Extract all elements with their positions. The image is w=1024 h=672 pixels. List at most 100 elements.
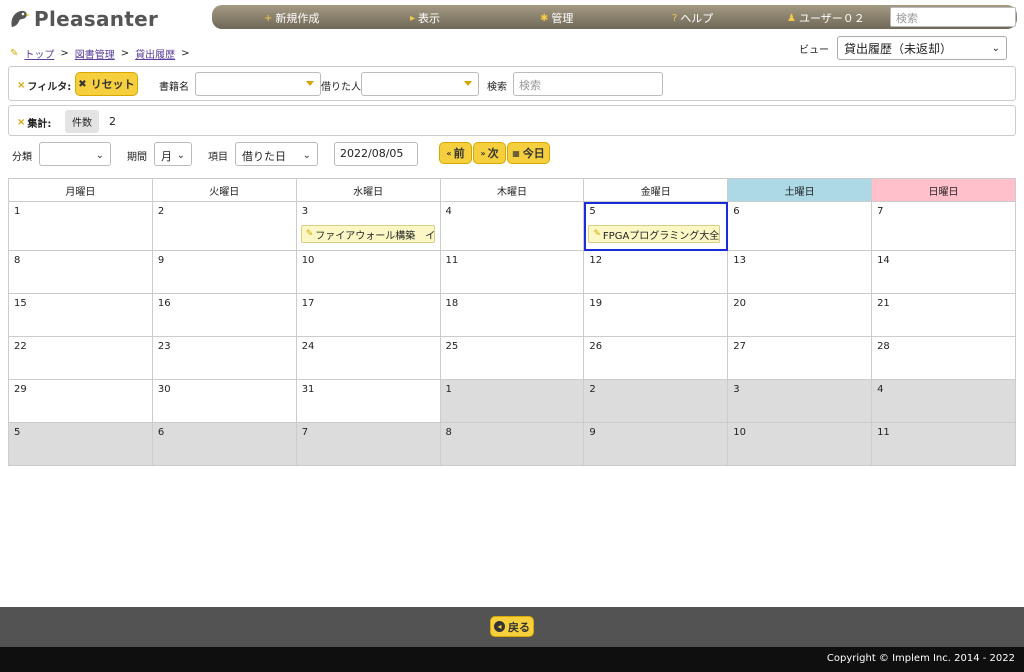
calendar-day-other-month[interactable]: 11 [871,422,1016,466]
search-filter-label: 検索 [487,82,507,93]
close-icon: ✖ [78,78,87,90]
calendar-day[interactable]: 29 [8,379,153,423]
nav-new-label: 新規作成 [275,12,320,25]
double-chevron-left-icon: « [446,148,452,158]
calendar-week: 1 2 3 ✎ ファイアウォール構築 インター 4 5 ✎ FPGAプログラミン… [8,201,1016,251]
breadcrumb-separator: > [120,48,130,59]
calendar-day[interactable]: 28 [871,336,1016,380]
day-number: 16 [157,298,171,309]
calendar-day[interactable]: 26 [583,336,729,380]
nav-user[interactable]: ♟ ユーザー０２ [787,10,865,26]
breadcrumb-top[interactable]: トップ [24,46,54,61]
back-button[interactable]: ◂ 戻る [490,616,534,637]
weekday-saturday: 土曜日 [727,178,873,202]
day-number: 12 [589,255,603,266]
calendar-day[interactable]: 12 [583,250,729,294]
calendar-day[interactable]: 19 [583,293,729,337]
calendar-day-other-month[interactable]: 7 [295,422,441,466]
view-select[interactable]: 貸出履歴（未返却） ⌄ [837,36,1007,60]
app-logo[interactable]: Pleasanter [8,6,158,32]
calendar-day[interactable]: 7 [871,201,1016,251]
nav-manage[interactable]: ✱ 管理 [540,10,573,26]
calendar-day[interactable]: 31 [295,379,441,423]
calendar-week: 5 6 7 8 9 10 11 [8,422,1016,466]
day-number: 6 [157,427,165,438]
calendar-day-other-month[interactable]: 2 [583,379,729,423]
reset-button-label: リセット [90,78,135,91]
day-number: 6 [733,206,740,217]
calendar-day[interactable]: 14 [871,250,1016,294]
calendar-event[interactable]: ✎ ファイアウォール構築 インター [300,225,435,243]
calendar-day[interactable]: 15 [8,293,153,337]
top-search-input[interactable]: 検索 [890,7,1016,27]
filter-label: × フィルタ: [17,78,71,93]
calendar-day-other-month[interactable]: 1 [439,379,585,423]
weekday-tuesday: 火曜日 [151,178,297,202]
calendar-event[interactable]: ✎ FPGAプログラミング大全 Xi [588,225,721,243]
nav-new[interactable]: + 新規作成 [264,10,319,26]
calendar-day-other-month[interactable]: 4 [871,379,1016,423]
day-number: 26 [589,341,603,352]
calendar-day-other-month[interactable]: 8 [439,422,585,466]
calendar-day[interactable]: 13 [727,250,873,294]
calendar-day[interactable]: 23 [151,336,297,380]
search-filter-input[interactable]: 検索 [513,72,663,96]
calendar-week: 15 16 17 18 19 20 21 [8,293,1016,337]
calendar-day-other-month[interactable]: 9 [583,422,729,466]
reset-button[interactable]: ✖ リセット [75,72,138,96]
weekday-thursday: 木曜日 [439,178,585,202]
calendar-day[interactable]: 24 [295,336,441,380]
calendar-day[interactable]: 4 [439,201,585,251]
day-number: 20 [733,298,746,309]
day-number: 3 [301,206,309,217]
calendar-day-other-month[interactable]: 3 [727,379,873,423]
breadcrumb-loans[interactable]: 貸出履歴 [135,46,175,61]
calendar-day[interactable]: 2 [151,201,297,251]
nav-view-label: 表示 [418,12,441,25]
calendar-day[interactable]: 8 [8,250,153,294]
day-number: 8 [14,255,21,266]
breadcrumb-library[interactable]: 図書管理 [75,46,115,61]
prev-button[interactable]: « 前 [439,142,472,164]
calendar-day[interactable]: 30 [151,379,297,423]
calendar-day[interactable]: 27 [727,336,873,380]
calendar-day[interactable]: 18 [439,293,585,337]
nav-help[interactable]: ? ヘルプ [672,10,713,26]
toggle-x-icon[interactable]: × [17,117,25,128]
calendar-day-other-month[interactable]: 10 [727,422,873,466]
day-number: 7 [877,206,884,217]
calendar-day[interactable]: 6 [727,201,873,251]
help-icon: ? [672,12,678,24]
item-value: 借りた日 [242,150,286,163]
toggle-x-icon[interactable]: × [17,80,25,91]
book-filter-select[interactable] [195,72,321,96]
calendar-day[interactable]: 10 [295,250,441,294]
count-chip[interactable]: 件数 [65,110,99,133]
item-select[interactable]: 借りた日 ⌄ [235,142,318,166]
calendar-day[interactable]: 9 [151,250,297,294]
nav-manage-label: 管理 [551,12,574,25]
date-input[interactable]: 2022/08/05 [334,142,418,166]
next-button[interactable]: » 次 [473,142,506,164]
category-select[interactable]: ⌄ [39,142,111,166]
borrower-filter-label: 借りた人 [321,82,361,93]
nav-view[interactable]: ▸ 表示 [410,10,440,26]
calendar-day[interactable]: 17 [295,293,441,337]
calendar-day[interactable]: 1 [8,201,153,251]
today-button[interactable]: ▦ 今日 [507,142,550,164]
day-number: 14 [877,255,890,266]
day-number: 21 [877,298,890,309]
period-select[interactable]: 月 ⌄ [154,142,192,166]
day-number: 17 [301,298,315,309]
calendar-day[interactable]: 25 [439,336,585,380]
calendar-day[interactable]: 21 [871,293,1016,337]
calendar-day-other-month[interactable]: 6 [151,422,297,466]
calendar-day[interactable]: 20 [727,293,873,337]
borrower-filter-select[interactable] [361,72,479,96]
calendar-day-today[interactable]: 5 ✎ FPGAプログラミング大全 Xi [583,201,729,251]
calendar-day[interactable]: 3 ✎ ファイアウォール構築 インター [295,201,441,251]
calendar-day-other-month[interactable]: 5 [8,422,153,466]
calendar-day[interactable]: 11 [439,250,585,294]
calendar-day[interactable]: 22 [8,336,153,380]
calendar-day[interactable]: 16 [151,293,297,337]
